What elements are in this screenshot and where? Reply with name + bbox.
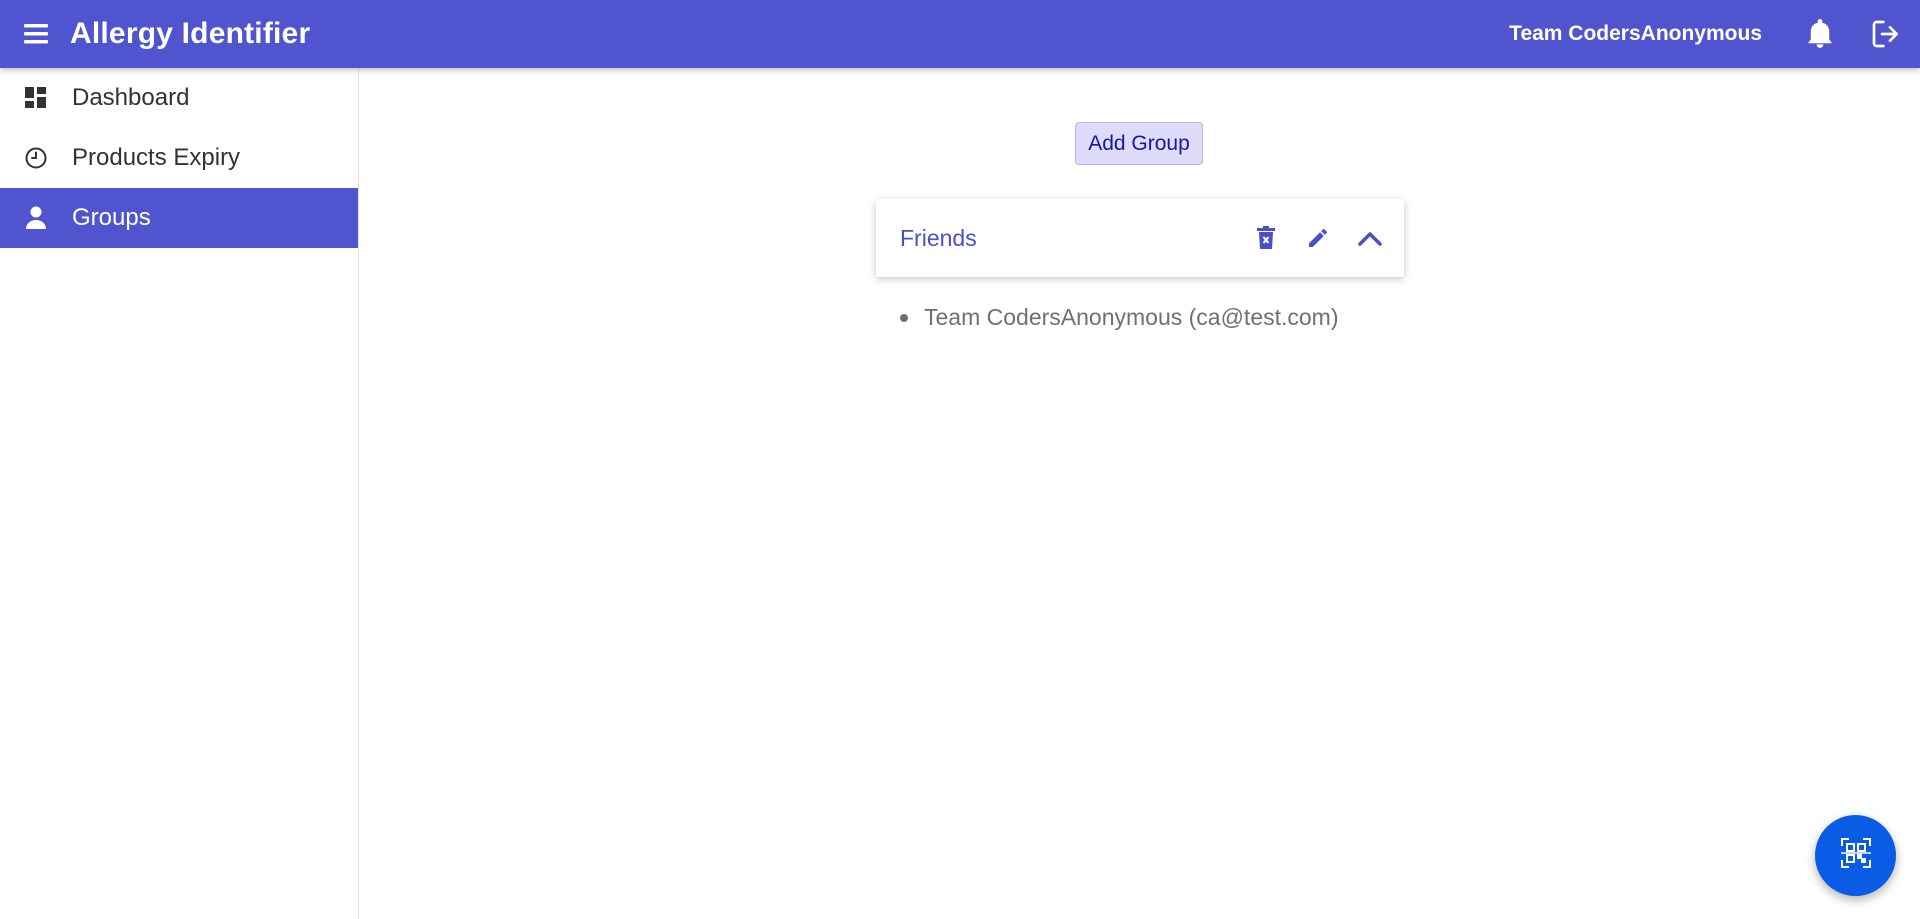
- main-content: Add Group Friends Team CodersAnonymous (…: [359, 68, 1920, 919]
- clock-icon: [22, 144, 50, 172]
- app-title: Allergy Identifier: [70, 17, 311, 50]
- sidebar-item-label: Products Expiry: [72, 144, 241, 171]
- person-icon: [22, 204, 50, 232]
- list-item: Team CodersAnonymous (ca@test.com): [900, 304, 1339, 331]
- qr-code-scan-icon: [1840, 837, 1872, 874]
- group-name: Friends: [900, 224, 977, 251]
- top-app-bar: Allergy Identifier Team CodersAnonymous: [0, 0, 1920, 68]
- logout-icon[interactable]: [1866, 14, 1906, 54]
- hamburger-menu-icon[interactable]: [20, 18, 52, 50]
- chevron-up-icon[interactable]: [1350, 218, 1390, 258]
- dashboard-grid-icon: [22, 84, 50, 112]
- sidebar-item-label: Groups: [72, 204, 151, 231]
- sidebar-item-products-expiry[interactable]: Products Expiry: [0, 128, 358, 188]
- group-members-list: Team CodersAnonymous (ca@test.com): [900, 304, 1339, 331]
- delete-icon[interactable]: [1246, 218, 1286, 258]
- group-card[interactable]: Friends: [876, 199, 1404, 277]
- edit-pencil-icon[interactable]: [1298, 218, 1338, 258]
- bell-icon[interactable]: [1800, 14, 1840, 54]
- add-group-button[interactable]: Add Group: [1075, 122, 1203, 165]
- sidebar-item-groups[interactable]: Groups: [0, 188, 358, 248]
- sidebar: Dashboard Products Expiry Groups: [0, 68, 359, 919]
- qr-scan-fab-button[interactable]: [1815, 815, 1896, 896]
- sidebar-item-dashboard[interactable]: Dashboard: [0, 68, 358, 128]
- team-name: Team CodersAnonymous: [1509, 22, 1762, 45]
- sidebar-item-label: Dashboard: [72, 84, 190, 111]
- group-card-actions: [1234, 218, 1390, 258]
- bullet-icon: [900, 313, 908, 322]
- member-label: Team CodersAnonymous (ca@test.com): [924, 304, 1339, 330]
